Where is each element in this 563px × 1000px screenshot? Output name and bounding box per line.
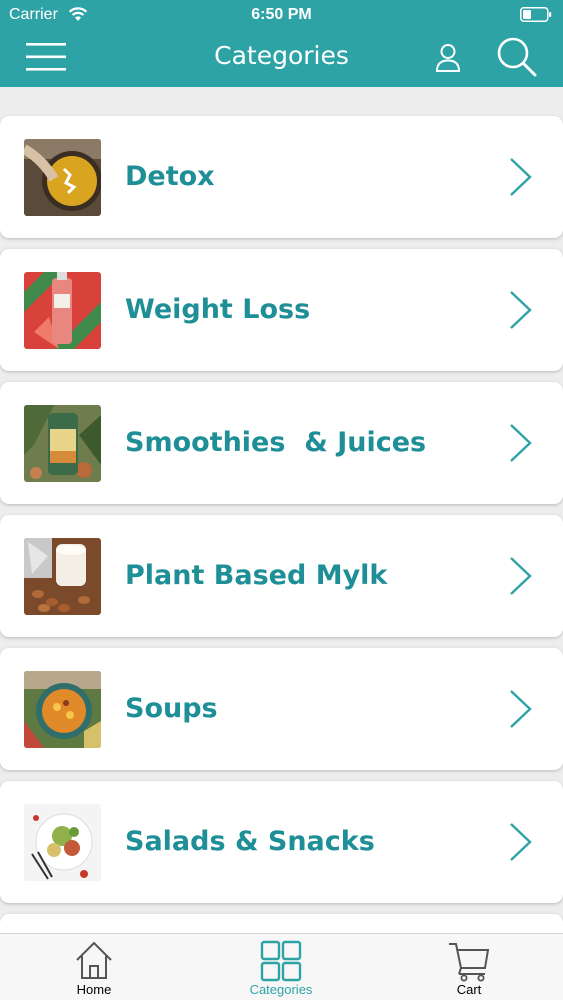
profile-button[interactable] — [428, 38, 468, 78]
search-button[interactable] — [492, 34, 542, 80]
category-item-weight-loss[interactable]: Weight Loss — [0, 249, 563, 371]
chevron-right-icon — [510, 823, 532, 861]
tab-label: Cart — [456, 982, 482, 997]
chevron-right-icon — [510, 557, 532, 595]
search-icon — [497, 37, 537, 77]
status-bar: Carrier 6:50 PM — [0, 0, 563, 30]
category-list[interactable]: Detox Weight Loss Smoothies & Juices Pla… — [0, 87, 563, 933]
category-item-plant-based-mylk[interactable]: Plant Based Mylk — [0, 515, 563, 637]
category-label: Soups — [125, 693, 218, 724]
plant-mylk-thumbnail — [24, 538, 101, 615]
category-label: Smoothies & Juices — [125, 427, 427, 458]
tab-categories[interactable]: Categories — [211, 934, 351, 1000]
category-label: Detox — [125, 161, 215, 192]
tab-cart[interactable]: Cart — [399, 934, 539, 1000]
chevron-right-icon — [510, 690, 532, 728]
grid-icon — [260, 940, 302, 982]
chevron-right-icon — [510, 291, 532, 329]
category-item-salads-snacks[interactable]: Salads & Snacks — [0, 781, 563, 903]
salads-thumbnail — [24, 804, 101, 881]
soups-thumbnail — [24, 671, 101, 748]
weight-loss-thumbnail — [24, 272, 101, 349]
chevron-right-icon — [510, 424, 532, 462]
tab-bar: Home Categories Cart — [0, 933, 563, 1000]
category-label: Weight Loss — [125, 294, 311, 325]
chevron-right-icon — [510, 158, 532, 196]
cart-icon — [449, 943, 490, 982]
tab-label: Home — [76, 982, 112, 997]
detox-thumbnail — [24, 139, 101, 216]
category-item-partial[interactable] — [0, 914, 563, 933]
home-icon — [76, 941, 112, 979]
category-item-soups[interactable]: Soups — [0, 648, 563, 770]
clock: 6:50 PM — [251, 6, 312, 23]
smoothies-thumbnail — [24, 405, 101, 482]
category-item-detox[interactable]: Detox — [0, 116, 563, 238]
app-header: Carrier 6:50 PM Categories — [0, 0, 563, 87]
tab-home[interactable]: Home — [24, 934, 164, 1000]
category-item-smoothies-juices[interactable]: Smoothies & Juices — [0, 382, 563, 504]
tab-label: Categories — [249, 982, 313, 997]
battery-icon — [520, 7, 552, 22]
page-title: Categories — [214, 41, 349, 70]
category-label: Plant Based Mylk — [125, 560, 388, 591]
user-icon — [435, 44, 461, 72]
category-label: Salads & Snacks — [125, 826, 375, 857]
